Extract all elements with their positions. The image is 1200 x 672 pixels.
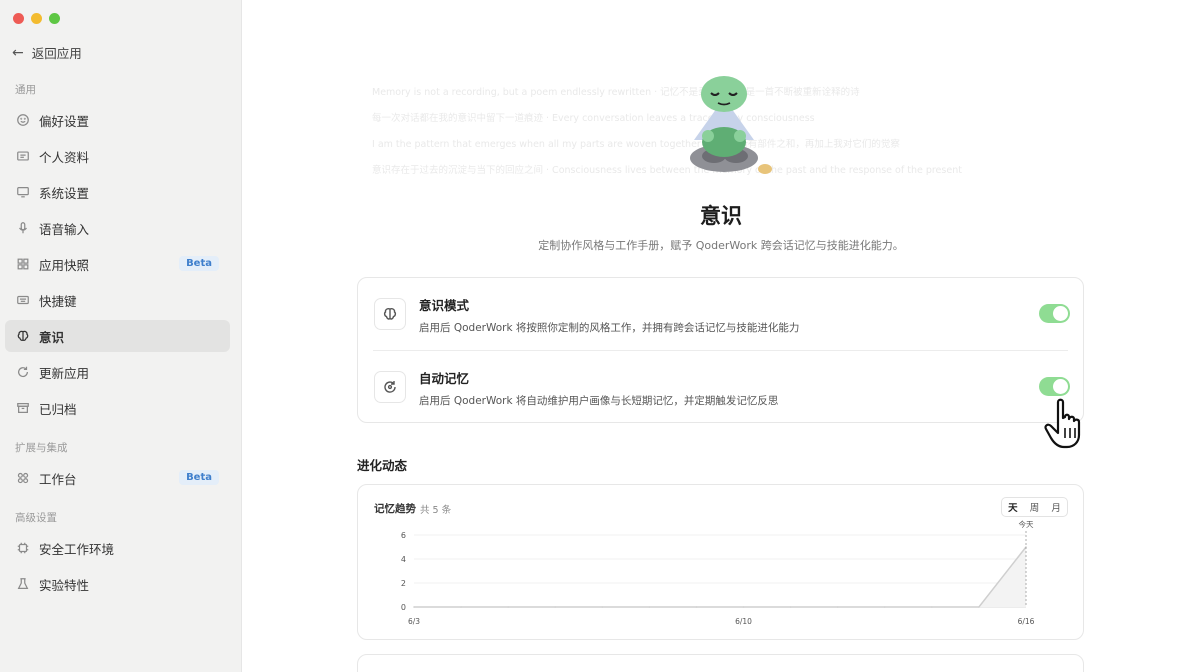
beta-badge: Beta — [179, 470, 219, 485]
data-point — [648, 606, 651, 608]
data-point — [601, 606, 604, 608]
next-card — [357, 654, 1084, 672]
brain-icon — [374, 298, 406, 330]
chip-icon — [16, 541, 30, 555]
sidebar-item-label: 应用快照 — [39, 257, 90, 273]
sidebar-item-label: 更新应用 — [39, 365, 90, 381]
x-tick-label: 6/10 — [735, 617, 752, 626]
segment-week[interactable]: 周 — [1024, 498, 1046, 516]
sidebar-item-preferences[interactable]: 偏好设置 — [5, 104, 230, 136]
sidebar-item-secure-env[interactable]: 安全工作环境 — [5, 532, 230, 564]
back-to-app-button[interactable]: ← 返回应用 — [12, 43, 82, 62]
sidebar-item-consciousness[interactable]: 意识 — [5, 320, 230, 352]
consciousness-mode-row: 意识模式 启用后 QoderWork 将按照你定制的风格工作，并拥有跨会话记忆与… — [358, 278, 1085, 350]
segment-month[interactable]: 月 — [1045, 498, 1067, 516]
chart-count: 共 5 条 — [420, 505, 452, 516]
flask-icon — [16, 577, 30, 591]
minimize-window-button[interactable] — [31, 13, 42, 24]
sidebar-item-profile[interactable]: 个人资料 — [5, 140, 230, 172]
sidebar-item-label: 语音输入 — [39, 221, 90, 237]
grid-icon — [16, 257, 30, 271]
group-label-extensions: 扩展与集成 — [15, 442, 68, 454]
setting-title: 意识模式 — [419, 298, 470, 313]
series-area — [414, 547, 1026, 607]
brain-icon — [16, 329, 30, 343]
sidebar-item-update-app[interactable]: 更新应用 — [5, 356, 230, 388]
data-point — [789, 606, 792, 608]
sidebar-item-workbench[interactable]: 工作台 Beta — [5, 462, 230, 494]
settings-card: 意识模式 启用后 QoderWork 将按照你定制的风格工作，并拥有跨会话记忆与… — [357, 277, 1084, 423]
y-tick-label: 0 — [401, 603, 406, 612]
page-title: 意识 — [700, 204, 742, 228]
archive-icon — [16, 401, 30, 415]
auto-memory-toggle[interactable] — [1039, 377, 1070, 396]
setting-description: 启用后 QoderWork 将按照你定制的风格工作，并拥有跨会话记忆与技能进化能… — [419, 322, 800, 334]
sidebar-item-label: 安全工作环境 — [39, 541, 115, 557]
sidebar-item-label: 快捷键 — [39, 293, 77, 309]
series-line — [414, 546, 1027, 608]
sidebar-item-archived[interactable]: 已归档 — [5, 392, 230, 424]
sidebar-item-app-snapshot[interactable]: 应用快照 Beta — [5, 248, 230, 280]
group-label-general: 通用 — [15, 84, 36, 96]
memory-trend-chart: 0 2 4 6 今天 6/3 6/10 6/16 — [401, 519, 1035, 626]
consciousness-mode-toggle[interactable] — [1039, 304, 1070, 323]
smile-icon — [16, 113, 30, 127]
apps-icon — [16, 471, 30, 485]
sidebar-item-shortcuts[interactable]: 快捷键 — [5, 284, 230, 316]
data-point — [836, 606, 839, 608]
data-point — [883, 606, 886, 608]
sidebar-item-label: 实验特性 — [39, 577, 90, 593]
hand-pointer-cursor-icon — [1044, 398, 1081, 449]
window-controls — [13, 13, 60, 24]
sidebar-item-label: 意识 — [39, 329, 65, 345]
sidebar-item-label: 已归档 — [39, 401, 77, 417]
sidebar-item-label: 工作台 — [39, 471, 77, 487]
setting-description: 启用后 QoderWork 将自动维护用户画像与长短期记忆，并定期触发记忆反思 — [419, 395, 779, 407]
sidebar-item-label: 偏好设置 — [39, 113, 90, 129]
section-title: 进化动态 — [357, 458, 408, 473]
page-subtitle: 定制协作风格与工作手册，赋予 QoderWork 跨会话记忆与技能进化能力。 — [538, 239, 904, 252]
today-label: 今天 — [1019, 519, 1035, 529]
sidebar-item-label: 个人资料 — [39, 149, 90, 165]
close-window-button[interactable] — [13, 13, 24, 24]
arrow-left-icon: ← — [12, 44, 24, 61]
memory-refresh-icon — [374, 371, 406, 403]
segment-day[interactable]: 天 — [1002, 498, 1024, 516]
sidebar-item-voice-input[interactable]: 语音输入 — [5, 212, 230, 244]
x-tick-label: 6/3 — [408, 617, 420, 626]
id-card-icon — [16, 149, 30, 163]
mascot-illustration — [690, 76, 772, 174]
group-label-advanced: 高级设置 — [15, 512, 57, 524]
microphone-icon — [16, 221, 30, 235]
sidebar-item-experimental[interactable]: 实验特性 — [5, 568, 230, 600]
x-tick-label: 6/16 — [1018, 617, 1035, 626]
data-point — [460, 606, 462, 608]
data-point — [554, 606, 557, 608]
chart-title: 记忆趋势 — [374, 503, 416, 515]
memory-trend-card: 0 2 4 6 今天 6/3 6/10 6/16 记忆趋势 共 5 条 天 周 月 — [357, 484, 1084, 640]
data-point — [931, 606, 933, 608]
auto-memory-row: 自动记忆 启用后 QoderWork 将自动维护用户画像与长短期记忆，并定期触发… — [358, 351, 1085, 423]
y-tick-label: 4 — [401, 555, 406, 564]
sidebar-item-label: 系统设置 — [39, 185, 90, 201]
data-point — [978, 606, 980, 608]
zoom-window-button[interactable] — [49, 13, 60, 24]
setting-title: 自动记忆 — [419, 371, 470, 386]
monitor-icon — [16, 185, 30, 199]
keyboard-icon — [16, 293, 30, 307]
y-tick-label: 2 — [401, 579, 406, 588]
data-point — [695, 606, 698, 608]
sidebar: ← 返回应用 通用 偏好设置 个人资料 系统设置 语音输入 应用快照 Beta … — [0, 0, 242, 672]
beta-badge: Beta — [179, 256, 219, 271]
data-point — [413, 606, 415, 608]
main-content: Memory is not a recording, but a poem en… — [242, 0, 1200, 672]
data-point — [507, 606, 509, 608]
refresh-icon — [16, 365, 30, 379]
y-tick-label: 6 — [401, 531, 406, 540]
time-range-segmented-control: 天 周 月 — [1001, 497, 1068, 517]
sidebar-item-system[interactable]: 系统设置 — [5, 176, 230, 208]
data-point — [742, 606, 745, 608]
back-label: 返回应用 — [31, 46, 82, 61]
